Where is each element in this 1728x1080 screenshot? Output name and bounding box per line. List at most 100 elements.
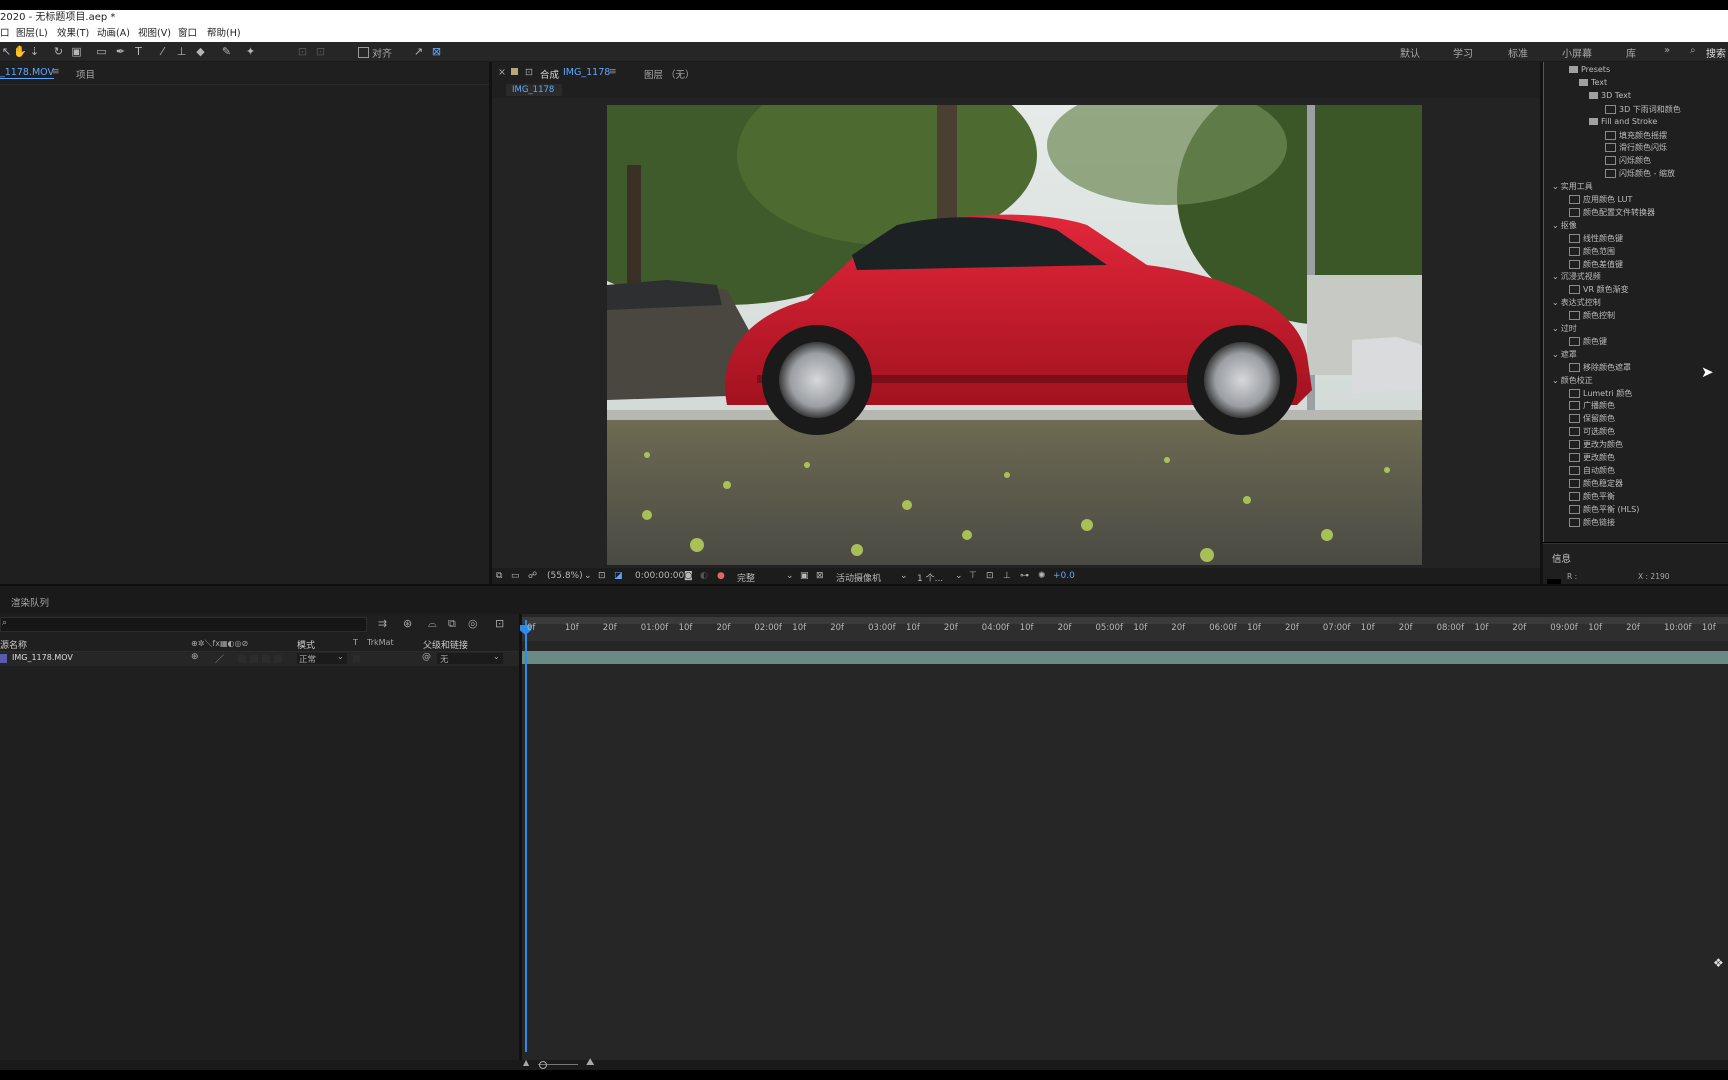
effects-tree-item[interactable]: 线性颜色键 bbox=[1569, 233, 1623, 244]
effects-tree-item[interactable]: 更改颜色 bbox=[1569, 452, 1615, 463]
switches-header-icons[interactable]: ⊕✲＼fx▦◐◎⊘ bbox=[191, 638, 248, 649]
preserve-transparency-box[interactable] bbox=[353, 655, 360, 662]
effects-tree-item[interactable]: 填充颜色摇摆 bbox=[1605, 130, 1667, 141]
effects-tree-item[interactable]: ⌄ 沉浸式视频 bbox=[1552, 271, 1601, 282]
tab-layer[interactable]: 图层 （无） bbox=[644, 67, 695, 81]
effects-tree-item[interactable]: 闪烁颜色 - 缩放 bbox=[1605, 168, 1675, 179]
menu-item-animation[interactable]: 动画(A) bbox=[97, 25, 130, 42]
timeline-link-icon[interactable]: ⊥ bbox=[1003, 571, 1011, 581]
align-checkbox[interactable] bbox=[358, 47, 369, 58]
paw-icon[interactable]: ❖ bbox=[1713, 956, 1724, 970]
always-preview-icon[interactable]: ⧉ bbox=[496, 571, 502, 581]
camera-tool-icon[interactable]: ▣ bbox=[70, 45, 83, 58]
layer-mode-select[interactable]: 正常 ⌄ bbox=[297, 652, 347, 665]
resolution-dropdown[interactable]: 完整 bbox=[737, 571, 755, 584]
effects-tree-item[interactable]: 颜色控制 bbox=[1569, 310, 1615, 321]
workspace-libraries[interactable]: 库 bbox=[1626, 45, 1636, 60]
timeline-search-input[interactable]: ⌕ bbox=[0, 617, 367, 632]
effects-tree-item[interactable]: 3D Text bbox=[1589, 91, 1631, 100]
col-source-name[interactable]: 源名称 bbox=[0, 638, 27, 651]
fast-preview-icon[interactable]: ⊡ bbox=[986, 571, 994, 581]
current-time-indicator[interactable] bbox=[525, 620, 527, 1052]
tab-project[interactable]: 项目 bbox=[76, 67, 95, 81]
effects-tree-item[interactable]: 颜色差值键 bbox=[1569, 259, 1623, 270]
effects-tree-item[interactable]: ⌄ 实用工具 bbox=[1552, 181, 1593, 192]
show-snapshot-icon[interactable]: ◐ bbox=[700, 571, 708, 581]
text-tool-icon[interactable]: T bbox=[132, 45, 145, 58]
effects-tree-item[interactable]: 颜色配置文件转换器 bbox=[1569, 207, 1655, 218]
col-mode[interactable]: 模式 bbox=[297, 638, 315, 651]
work-area-bar[interactable] bbox=[522, 617, 1728, 624]
safe-zones-icon[interactable]: ⊡ bbox=[598, 571, 606, 581]
effects-tree-item[interactable]: 颜色稳定器 bbox=[1569, 478, 1623, 489]
snap-icon[interactable]: ↗ bbox=[412, 45, 425, 58]
comp-tab-name[interactable]: IMG_1178 bbox=[563, 67, 610, 78]
parent-select[interactable]: 无 ⌄ bbox=[437, 652, 503, 665]
rectangle-tool-icon[interactable]: ▭ bbox=[95, 45, 108, 58]
effects-tree-item[interactable]: 颜色链接 bbox=[1569, 517, 1615, 528]
panel-menu-icon[interactable]: ≡ bbox=[52, 67, 60, 77]
effects-tree-item[interactable]: Presets bbox=[1569, 65, 1610, 74]
parent-pickwhip-icon[interactable]: @ bbox=[422, 652, 431, 662]
camera-view-dropdown[interactable]: 活动摄像机 bbox=[836, 571, 881, 584]
shy-switch-icon[interactable]: ⊕ bbox=[191, 652, 199, 662]
effects-tree-item[interactable]: Fill and Stroke bbox=[1589, 117, 1657, 126]
layer-row[interactable]: IMG_1178.MOV ⊕ ／ 正常 ⌄ @ 无 ⌄ bbox=[0, 652, 522, 666]
switch-box[interactable] bbox=[262, 655, 270, 663]
menu-item-window[interactable]: 窗口 bbox=[178, 25, 197, 42]
effects-tree-item[interactable]: 更改为颜色 bbox=[1569, 439, 1623, 450]
region-of-interest-icon[interactable]: ▣ bbox=[800, 571, 809, 581]
effects-tree-item[interactable]: 自动颜色 bbox=[1569, 465, 1615, 476]
comp-mini-flowchart-icon[interactable]: ⇉ bbox=[378, 617, 387, 630]
workspace-default[interactable]: 默认 bbox=[1400, 45, 1420, 60]
mask-visibility-icon[interactable]: ☍ bbox=[528, 571, 537, 581]
motion-blur-icon[interactable]: ◎ bbox=[468, 617, 478, 630]
rotate-tool-icon[interactable]: ↻ bbox=[52, 45, 65, 58]
puppet-tool-icon[interactable]: ✦ bbox=[244, 45, 257, 58]
zoom-dropdown[interactable]: (55.8%) bbox=[547, 571, 583, 581]
quality-switch-icon[interactable]: ／ bbox=[215, 652, 224, 665]
timeline-track-area[interactable] bbox=[520, 614, 1728, 1060]
effects-tree-item[interactable]: 闪烁颜色 bbox=[1605, 155, 1651, 166]
roto-brush-tool-icon[interactable]: ✎ bbox=[220, 45, 233, 58]
col-parent[interactable]: 父级和链接 bbox=[423, 638, 468, 651]
layer-name[interactable]: IMG_1178.MOV bbox=[12, 653, 73, 662]
zoom-chevron-icon[interactable]: ⌄ bbox=[584, 571, 592, 581]
layer-duration-bar[interactable] bbox=[522, 651, 1728, 664]
effects-tree-item[interactable]: ⌄ 表达式控制 bbox=[1552, 297, 1601, 308]
col-trkmat[interactable]: TrkMat bbox=[367, 638, 394, 647]
time-ruler[interactable] bbox=[522, 624, 1728, 641]
workspace-more-button[interactable]: » bbox=[1664, 45, 1670, 56]
transparency-grid-icon[interactable]: ◪ bbox=[614, 571, 623, 581]
comp-tab-prefix[interactable]: 合成 bbox=[540, 67, 559, 81]
zoom-tool-icon[interactable]: ⇣ bbox=[28, 45, 41, 58]
arrow-tool-icon[interactable]: ↖ bbox=[0, 45, 13, 58]
search-icon[interactable]: ⌕ bbox=[1690, 45, 1696, 56]
brush-tool-icon[interactable]: ⁄ bbox=[156, 45, 169, 58]
effects-tree-item[interactable]: 颜色键 bbox=[1569, 336, 1607, 347]
effects-tree-item[interactable]: 广播颜色 bbox=[1569, 400, 1615, 411]
flowchart-icon[interactable]: ⊶ bbox=[1020, 571, 1029, 581]
footage-frame[interactable] bbox=[607, 105, 1422, 565]
snapping-options-icon[interactable]: ⊠ bbox=[430, 45, 443, 58]
effects-tree-item[interactable]: 保留颜色 bbox=[1569, 413, 1615, 424]
switch-box[interactable] bbox=[274, 655, 282, 663]
zoom-out-icon[interactable]: ▲ bbox=[523, 1058, 529, 1067]
effects-tree-item[interactable]: 颜色平衡 bbox=[1569, 491, 1615, 502]
switch-box[interactable] bbox=[250, 655, 258, 663]
close-tab-icon[interactable]: × bbox=[498, 67, 506, 78]
menu-item-layer[interactable]: 图层(L) bbox=[16, 25, 48, 42]
effects-tree-item[interactable]: Lumetri 颜色 bbox=[1569, 388, 1632, 399]
search-label[interactable]: 搜索 bbox=[1706, 45, 1726, 60]
comp-breadcrumb[interactable]: IMG_1178 bbox=[506, 84, 562, 96]
pen-tool-icon[interactable]: ✒ bbox=[114, 45, 127, 58]
workspace-small-screen[interactable]: 小屏幕 bbox=[1562, 45, 1592, 60]
effects-tree-item[interactable]: ⌄ 过时 bbox=[1552, 323, 1577, 334]
zoom-slider-thumb[interactable] bbox=[539, 1061, 547, 1069]
switch-box[interactable] bbox=[238, 655, 246, 663]
view-layout-chevron-icon[interactable]: ⌄ bbox=[955, 571, 963, 581]
color-channels-icon[interactable]: ● bbox=[717, 571, 725, 581]
effects-tree-item[interactable]: 应用颜色 LUT bbox=[1569, 194, 1632, 205]
col-t[interactable]: T bbox=[353, 638, 358, 647]
menu-item-file[interactable]: 口 bbox=[0, 25, 10, 42]
